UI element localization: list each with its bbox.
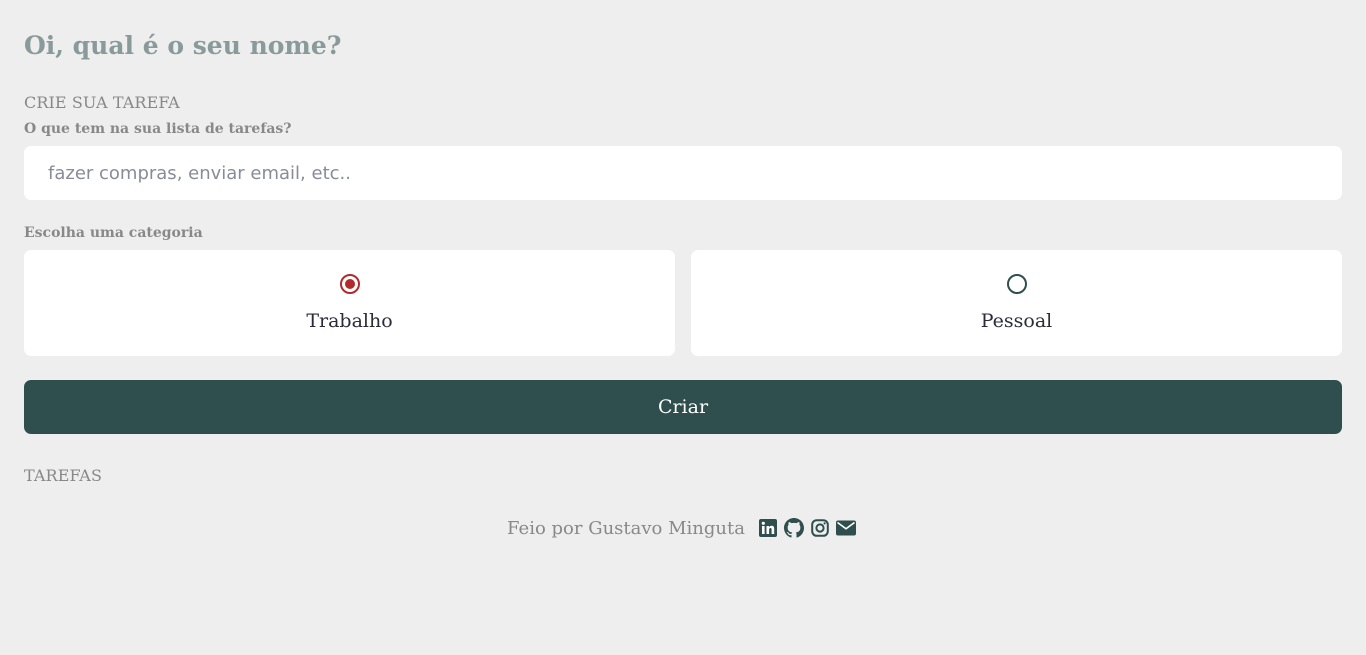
github-icon[interactable] bbox=[783, 518, 804, 538]
task-input[interactable] bbox=[24, 146, 1342, 200]
footer: Feio por Gustavo Minguta bbox=[0, 516, 1366, 540]
category-option-pessoal[interactable]: Pessoal bbox=[691, 250, 1342, 356]
create-task-heading: CRIE SUA TAREFA bbox=[24, 93, 180, 112]
create-button[interactable]: Criar bbox=[24, 380, 1342, 434]
category-option-label: Trabalho bbox=[306, 310, 393, 332]
email-icon[interactable] bbox=[835, 518, 856, 538]
tasks-heading: TAREFAS bbox=[24, 466, 103, 485]
category-option-label: Pessoal bbox=[980, 310, 1053, 332]
page-title[interactable]: Oi, qual é o seu nome? bbox=[24, 29, 341, 63]
radio-trabalho[interactable] bbox=[339, 274, 360, 294]
linkedin-icon[interactable] bbox=[758, 518, 778, 538]
category-field-label: Escolha uma categoria bbox=[24, 225, 203, 241]
radio-pessoal[interactable] bbox=[1006, 274, 1027, 294]
instagram-icon[interactable] bbox=[810, 518, 830, 538]
page: Oi, qual é o seu nome? CRIE SUA TAREFA O… bbox=[0, 0, 1366, 655]
task-field-label: O que tem na sua lista de tarefas? bbox=[24, 121, 292, 137]
footer-credit: Feio por Gustavo Minguta bbox=[507, 517, 745, 539]
category-option-trabalho[interactable]: Trabalho bbox=[24, 250, 675, 356]
